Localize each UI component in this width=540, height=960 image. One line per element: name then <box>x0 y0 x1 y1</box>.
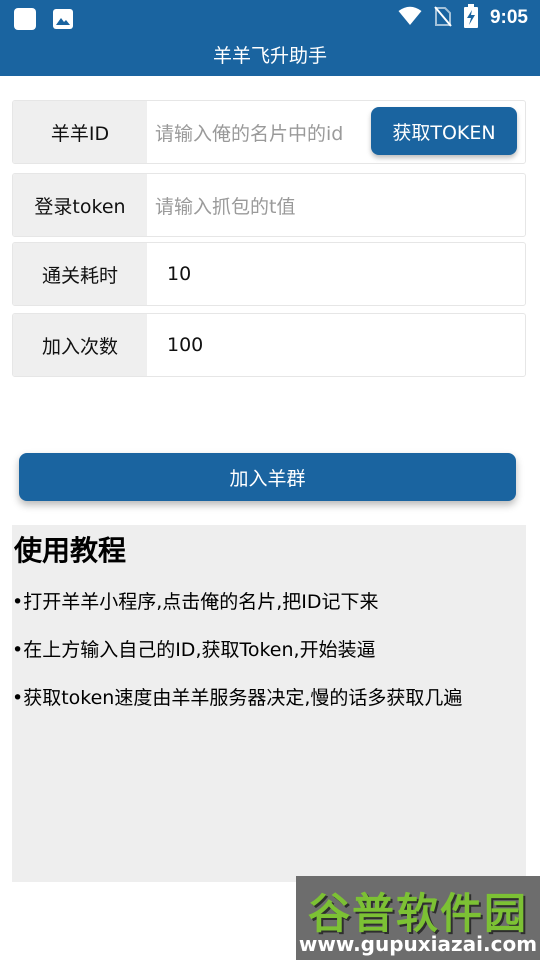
no-sim-icon <box>434 5 452 31</box>
tutorial-item: •在上方输入自己的ID,获取Token,开始装逼 <box>12 639 376 661</box>
tutorial-title: 使用教程 <box>14 534 127 567</box>
image-icon <box>52 8 74 30</box>
get-token-button[interactable]: 获取TOKEN <box>371 107 517 155</box>
status-bar: 9:05 <box>0 0 540 36</box>
tutorial-item: •打开羊羊小程序,点击俺的名片,把ID记下来 <box>12 591 379 613</box>
tutorial-item: •获取token速度由羊羊服务器决定,慢的话多获取几遍 <box>12 687 463 709</box>
watermark-url: www.gupuxiazai.com <box>298 932 538 956</box>
join-count-input[interactable]: 100 <box>167 314 525 376</box>
app-square-icon <box>14 8 36 30</box>
app-title: 羊羊飞升助手 <box>0 36 540 76</box>
wifi-icon <box>398 6 422 30</box>
tutorial-panel: 使用教程 •打开羊羊小程序,点击俺的名片,把ID记下来 •在上方输入自己的ID,… <box>12 525 526 882</box>
join-count-label: 加入次数 <box>13 314 147 376</box>
clear-time-input[interactable]: 10 <box>167 243 525 305</box>
sheep-id-row: 羊羊ID 请输入俺的名片中的id 获取TOKEN <box>12 100 526 164</box>
join-count-row: 加入次数 100 <box>12 313 526 377</box>
join-flock-button[interactable]: 加入羊群 <box>19 453 516 501</box>
clear-time-label: 通关耗时 <box>13 243 147 305</box>
clear-time-row: 通关耗时 10 <box>12 242 526 306</box>
sheep-id-label: 羊羊ID <box>13 101 147 163</box>
status-icons: 9:05 <box>398 0 528 36</box>
login-token-label: 登录token <box>13 174 147 236</box>
battery-charging-icon <box>463 4 478 32</box>
clock: 9:05 <box>489 7 528 28</box>
login-token-row: 登录token 请输入抓包的t值 <box>12 173 526 237</box>
site-watermark: 谷普软件园 www.gupuxiazai.com <box>296 876 540 960</box>
sheep-id-input[interactable]: 请输入俺的名片中的id <box>155 101 373 163</box>
login-token-input[interactable]: 请输入抓包的t值 <box>155 174 515 236</box>
